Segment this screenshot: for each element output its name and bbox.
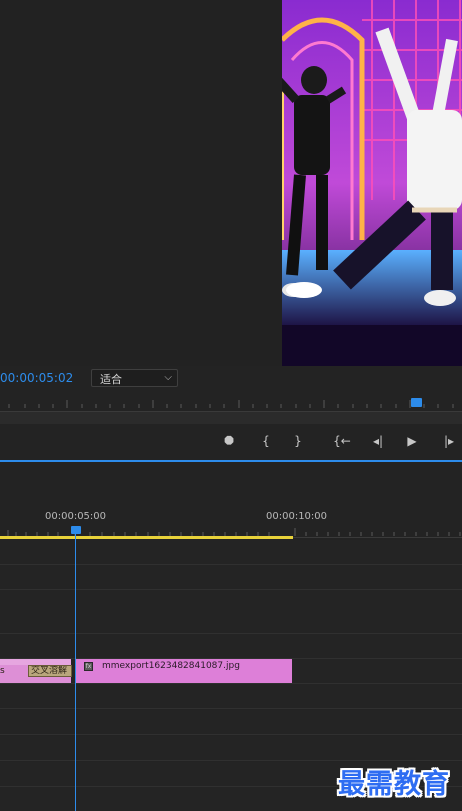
mark-in-button[interactable]: { xyxy=(257,432,275,450)
track-row[interactable] xyxy=(0,710,462,735)
playhead-line xyxy=(75,534,76,811)
go-to-in-button[interactable]: {← xyxy=(333,432,351,450)
watermark-logo: 最需教育 xyxy=(338,769,450,800)
track-row[interactable] xyxy=(0,609,462,634)
clip-image[interactable]: fx mmexport1623482841087.jpg xyxy=(75,659,292,683)
track-row[interactable] xyxy=(0,540,462,565)
track-row[interactable] xyxy=(0,565,462,590)
clip-previous-label: s xyxy=(0,666,5,676)
mark-out-icon: } xyxy=(294,434,302,448)
timeline-ruler[interactable] xyxy=(0,526,462,536)
playhead-timecode[interactable]: 00:00:05:02 xyxy=(0,371,73,385)
step-forward-icon: |▸ xyxy=(443,434,455,448)
track-row[interactable] xyxy=(0,634,462,659)
play-button[interactable]: ▶ xyxy=(403,432,421,450)
ruler-label-10s: 00:00:10:00 xyxy=(266,511,328,522)
track-row[interactable] xyxy=(0,684,462,709)
work-area-bar[interactable] xyxy=(0,536,293,539)
monitor-time-ruler[interactable] xyxy=(0,394,462,412)
play-icon: ▶ xyxy=(407,434,417,448)
clip-image-name: mmexport1623482841087.jpg xyxy=(102,661,240,671)
ruler-label-5s: 00:00:05:00 xyxy=(45,511,107,522)
zoom-fit-value: 适合 xyxy=(100,373,122,386)
mark-out-button[interactable]: } xyxy=(289,432,307,450)
zoom-fit-select[interactable]: 适合 ⌵ xyxy=(91,369,178,387)
step-back-button[interactable]: ◂| xyxy=(369,432,387,450)
step-forward-button[interactable]: |▸ xyxy=(440,432,458,450)
chevron-down-icon: ⌵ xyxy=(164,372,172,383)
mark-in-icon: { xyxy=(262,434,270,448)
work-area-remainder xyxy=(293,537,462,538)
add-marker-button[interactable]: ⯃ xyxy=(220,432,238,450)
track-row[interactable] xyxy=(0,736,462,761)
add-marker-icon: ⯃ xyxy=(224,434,234,448)
monitor-playhead[interactable] xyxy=(411,398,422,407)
step-back-icon: ◂| xyxy=(372,434,384,448)
fx-icon: fx xyxy=(84,662,93,671)
video-preview xyxy=(282,0,462,366)
program-monitor xyxy=(0,0,462,366)
monitor-scrollbar[interactable] xyxy=(0,412,462,424)
cross-dissolve-transition[interactable]: 交叉溶解 xyxy=(28,665,72,677)
go-to-in-icon: {← xyxy=(333,434,351,448)
timeline-playhead[interactable] xyxy=(71,526,81,534)
